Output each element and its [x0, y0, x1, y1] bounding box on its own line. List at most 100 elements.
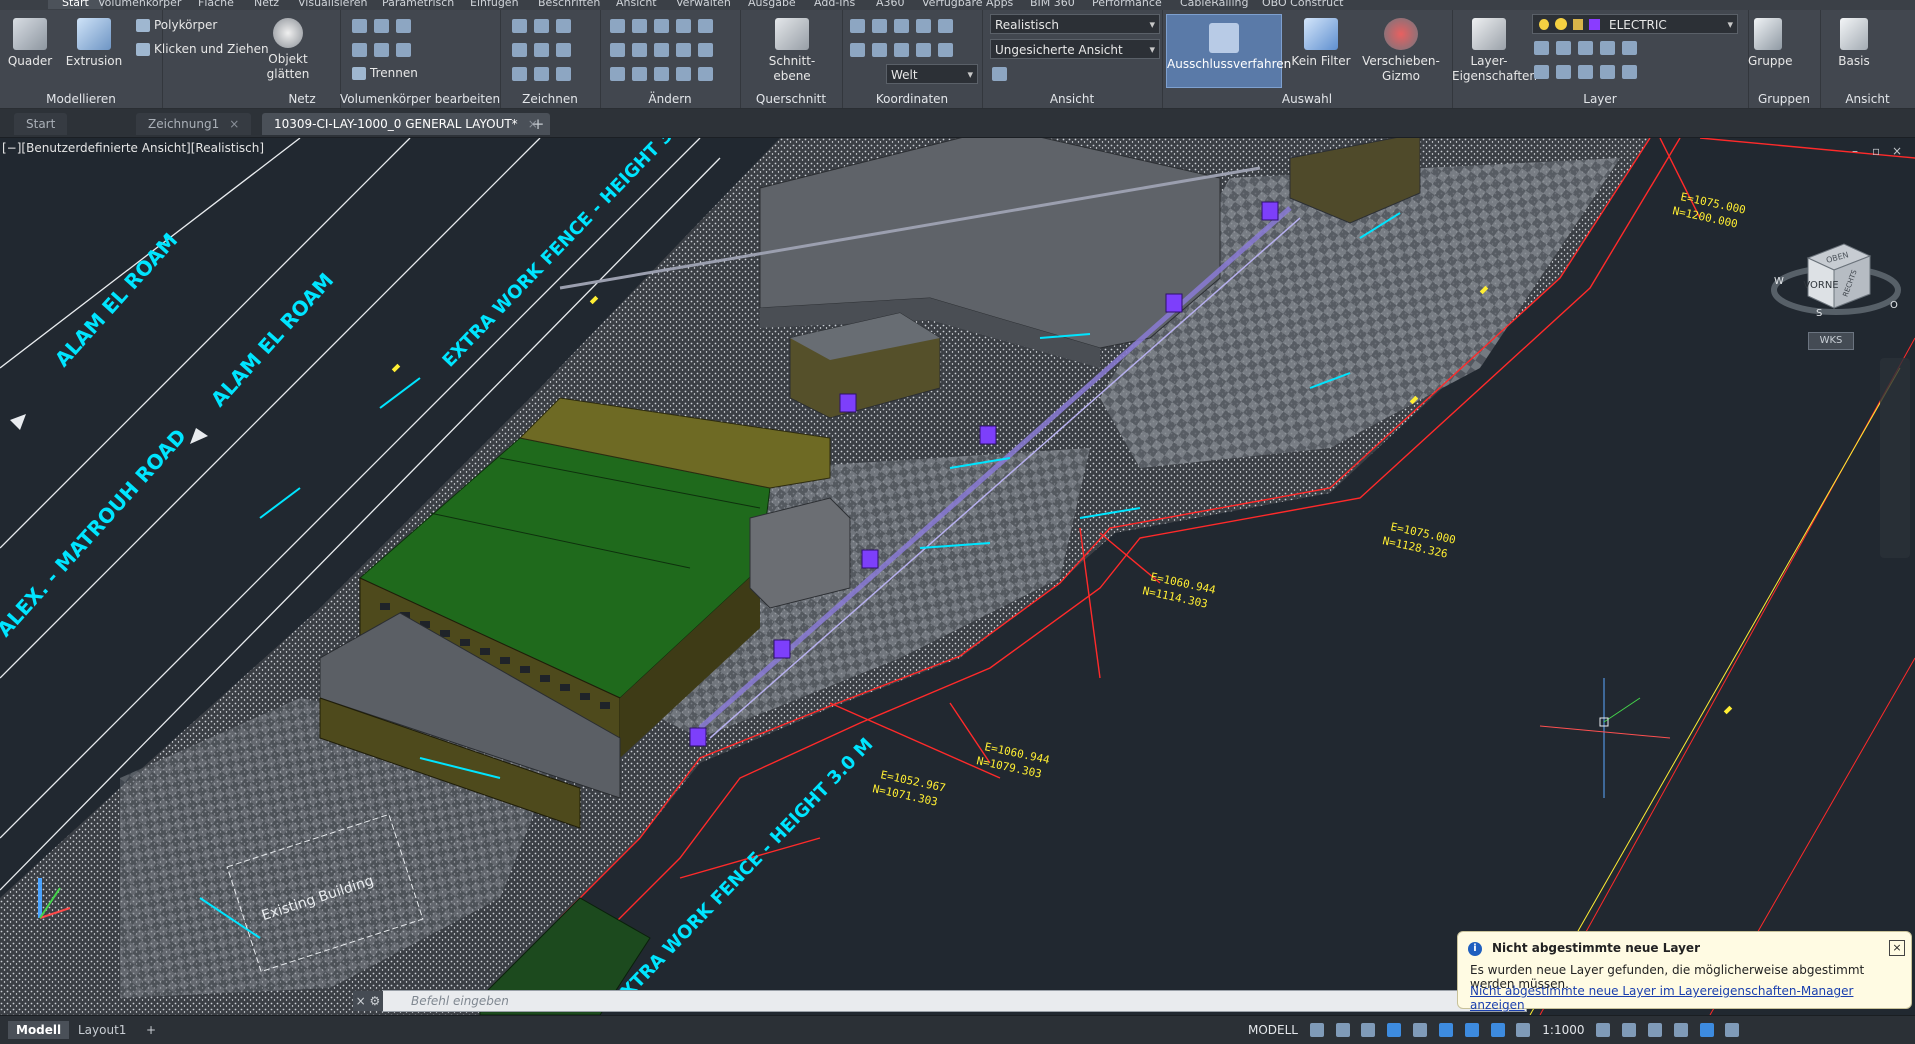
ribbon-tab-apps[interactable]: Verfügbare Apps	[922, 0, 1013, 9]
panel-ansicht: Realistisch Ungesicherte Ansicht Ansicht	[982, 10, 1163, 108]
wcs-dropdown[interactable]: WKS	[1808, 332, 1854, 350]
named-view-dropdown[interactable]: Ungesicherte Ansicht	[990, 39, 1160, 60]
draw-row-1[interactable]	[512, 18, 578, 36]
panel-title-querschnitt[interactable]: Querschnitt	[740, 92, 842, 106]
panel-title-ansicht-2[interactable]: Ansicht	[1820, 92, 1915, 106]
panel-volumenkorper-bearbeiten: Trennen Volumenkörper bearbeiten	[340, 10, 501, 108]
ribbon-tab-verwalten[interactable]: Verwalten	[676, 0, 731, 9]
layer-tools-row-1[interactable]	[1534, 40, 1644, 58]
verschieben-gizmo-button[interactable]: Verschieben-Gizmo	[1362, 14, 1440, 84]
klicken-ziehen-button[interactable]: Klicken und Ziehen	[136, 42, 269, 56]
objekt-glaetten-button[interactable]: Objekt glätten	[264, 14, 312, 82]
ribbon-tab-bim360[interactable]: BIM 360	[1030, 0, 1075, 9]
panel-title-gruppen[interactable]: Gruppen	[1748, 92, 1820, 106]
new-tab-plus-icon[interactable]: +	[528, 115, 548, 133]
command-close-icon[interactable]: × ⚙	[353, 991, 383, 1011]
file-tab-general-layout[interactable]: 10309-CI-LAY-1000_0 GENERAL LAYOUT* ×	[262, 113, 550, 135]
draw-row-2[interactable]	[512, 42, 578, 60]
solid-edit-row-1[interactable]	[352, 18, 418, 36]
plus-icon[interactable]	[1622, 1023, 1637, 1037]
panel-title-koordinaten[interactable]: Koordinaten	[842, 92, 982, 106]
viewport-restore-icon[interactable]: ▫	[1872, 144, 1880, 158]
ribbon-tab-start[interactable]: Start	[48, 0, 103, 9]
layer-dropdown[interactable]: ELECTRIC	[1532, 14, 1738, 35]
panel-title-auswahl[interactable]: Auswahl	[1162, 92, 1452, 106]
polar-icon[interactable]	[1387, 1023, 1402, 1037]
ucs-row-2[interactable]	[850, 42, 960, 60]
command-line[interactable]: × ⚙ Befehl eingeben	[353, 990, 1527, 1012]
visual-style-dropdown[interactable]: Realistisch	[990, 14, 1160, 35]
modify-row-1[interactable]	[610, 18, 720, 36]
viewport-close-icon[interactable]: ×	[1892, 144, 1902, 158]
ribbon-tab-volumenkorper[interactable]: Volumenkörper	[98, 0, 181, 9]
model-space-toggle[interactable]: MODELL	[1248, 1020, 1298, 1040]
ucs-welt-dropdown[interactable]: Welt	[886, 64, 978, 85]
ucs-row-1[interactable]	[850, 18, 960, 36]
annotation-visibility-icon[interactable]	[1490, 1023, 1505, 1037]
grid-icon[interactable]	[1309, 1023, 1324, 1037]
extrusion-button[interactable]: Extrusion	[64, 14, 124, 69]
ortho-icon[interactable]	[1361, 1023, 1376, 1037]
panel-title-modellieren[interactable]: Modellieren	[0, 92, 162, 106]
ribbon-tab-visualisieren[interactable]: Visualisieren	[298, 0, 367, 9]
polykorper-button[interactable]: Polykörper	[136, 18, 217, 32]
command-input[interactable]: Befehl eingeben	[411, 992, 509, 1010]
add-layout-plus-icon[interactable]: +	[138, 1021, 164, 1039]
ribbon-tab-addins[interactable]: Add-Ins	[814, 0, 855, 9]
kein-filter-button[interactable]: Kein Filter	[1286, 14, 1356, 69]
isodraft-icon[interactable]	[1413, 1023, 1428, 1037]
gruppe-button[interactable]: Gruppe	[1748, 14, 1792, 69]
draw-row-3[interactable]	[512, 66, 578, 84]
ausschlussverfahren-button[interactable]: Ausschlussverfahren	[1166, 14, 1291, 88]
panel-title-layer[interactable]: Layer	[1452, 92, 1748, 106]
ribbon-tab-a360[interactable]: A360	[876, 0, 905, 9]
customize-icon[interactable]	[1725, 1023, 1740, 1037]
schnittebene-button[interactable]: Schnitt-ebene	[762, 14, 822, 84]
modify-row-3[interactable]	[610, 66, 720, 84]
navigation-bar[interactable]	[1880, 358, 1910, 558]
solid-edit-row-2[interactable]	[352, 42, 418, 60]
viewport-config-row[interactable]	[992, 66, 1014, 84]
file-tab-zeichnung1[interactable]: Zeichnung1 ×	[136, 113, 252, 135]
ribbon-tab-performance[interactable]: Performance	[1092, 0, 1162, 9]
object-snap-icon[interactable]	[1438, 1023, 1453, 1037]
notification-link[interactable]: Nicht abgestimmte neue Layer im Layereig…	[1470, 984, 1911, 1012]
ribbon-tab-ansicht[interactable]: Ansicht	[616, 0, 657, 9]
file-tab-start[interactable]: Start	[14, 113, 68, 135]
ribbon-tab-obo[interactable]: OBO Construct	[1262, 0, 1343, 9]
hardware-acceleration-icon[interactable]	[1673, 1023, 1688, 1037]
notification-close-icon[interactable]: ×	[1889, 940, 1905, 956]
viewport-label[interactable]: [−][Benutzerdefinierte Ansicht][Realisti…	[2, 141, 264, 155]
auto-scale-icon[interactable]	[1516, 1023, 1531, 1037]
panel-gruppen: Gruppe Gruppen	[1748, 10, 1821, 108]
drawing-viewport[interactable]: ALAM EL ROAM ALAM EL ROAM ALEX. - MATROU…	[0, 138, 1915, 1015]
panel-title-aendern[interactable]: Ändern	[600, 92, 740, 106]
isolate-objects-icon[interactable]	[1647, 1023, 1662, 1037]
quader-button[interactable]: Quader	[0, 14, 60, 69]
annotation-scale[interactable]: 1:1000	[1542, 1020, 1584, 1040]
ribbon-tab-cablerailing[interactable]: CableRailing	[1180, 0, 1249, 9]
ribbon-tab-einfuegen[interactable]: Einfügen	[470, 0, 519, 9]
ribbon-tab-ausgabe[interactable]: Ausgabe	[748, 0, 796, 9]
clean-screen-icon[interactable]	[1699, 1023, 1714, 1037]
viewport-minimize-icon[interactable]: –	[1852, 144, 1858, 158]
ribbon-tab-beschriften[interactable]: Beschriften	[538, 0, 600, 9]
ribbon-tab-parametrisch[interactable]: Parametrisch	[382, 0, 454, 9]
tab-modell[interactable]: Modell	[8, 1021, 70, 1039]
tab-layout1[interactable]: Layout1	[70, 1021, 134, 1039]
3d-osnap-icon[interactable]	[1464, 1023, 1479, 1037]
layer-tools-row-2[interactable]	[1534, 64, 1644, 82]
modify-row-2[interactable]	[610, 42, 720, 60]
ribbon-tab-netz[interactable]: Netz	[254, 0, 279, 9]
snap-icon[interactable]	[1335, 1023, 1350, 1037]
basis-button[interactable]: Basis	[1824, 14, 1884, 69]
workspace-gear-icon[interactable]	[1596, 1023, 1611, 1037]
panel-title-volumenkorper[interactable]: Volumenkörper bearbeiten	[340, 92, 500, 106]
panel-title-ansicht[interactable]: Ansicht	[982, 92, 1162, 106]
panel-title-zeichnen[interactable]: Zeichnen	[500, 92, 600, 106]
close-icon[interactable]: ×	[229, 117, 239, 131]
trennen-button[interactable]: Trennen	[352, 66, 418, 80]
panel-title-netz[interactable]: Netz	[264, 92, 340, 106]
layer-eigenschaften-button[interactable]: Layer-Eigenschaften	[1452, 14, 1537, 84]
ribbon-tab-flaeche[interactable]: Fläche	[198, 0, 234, 9]
